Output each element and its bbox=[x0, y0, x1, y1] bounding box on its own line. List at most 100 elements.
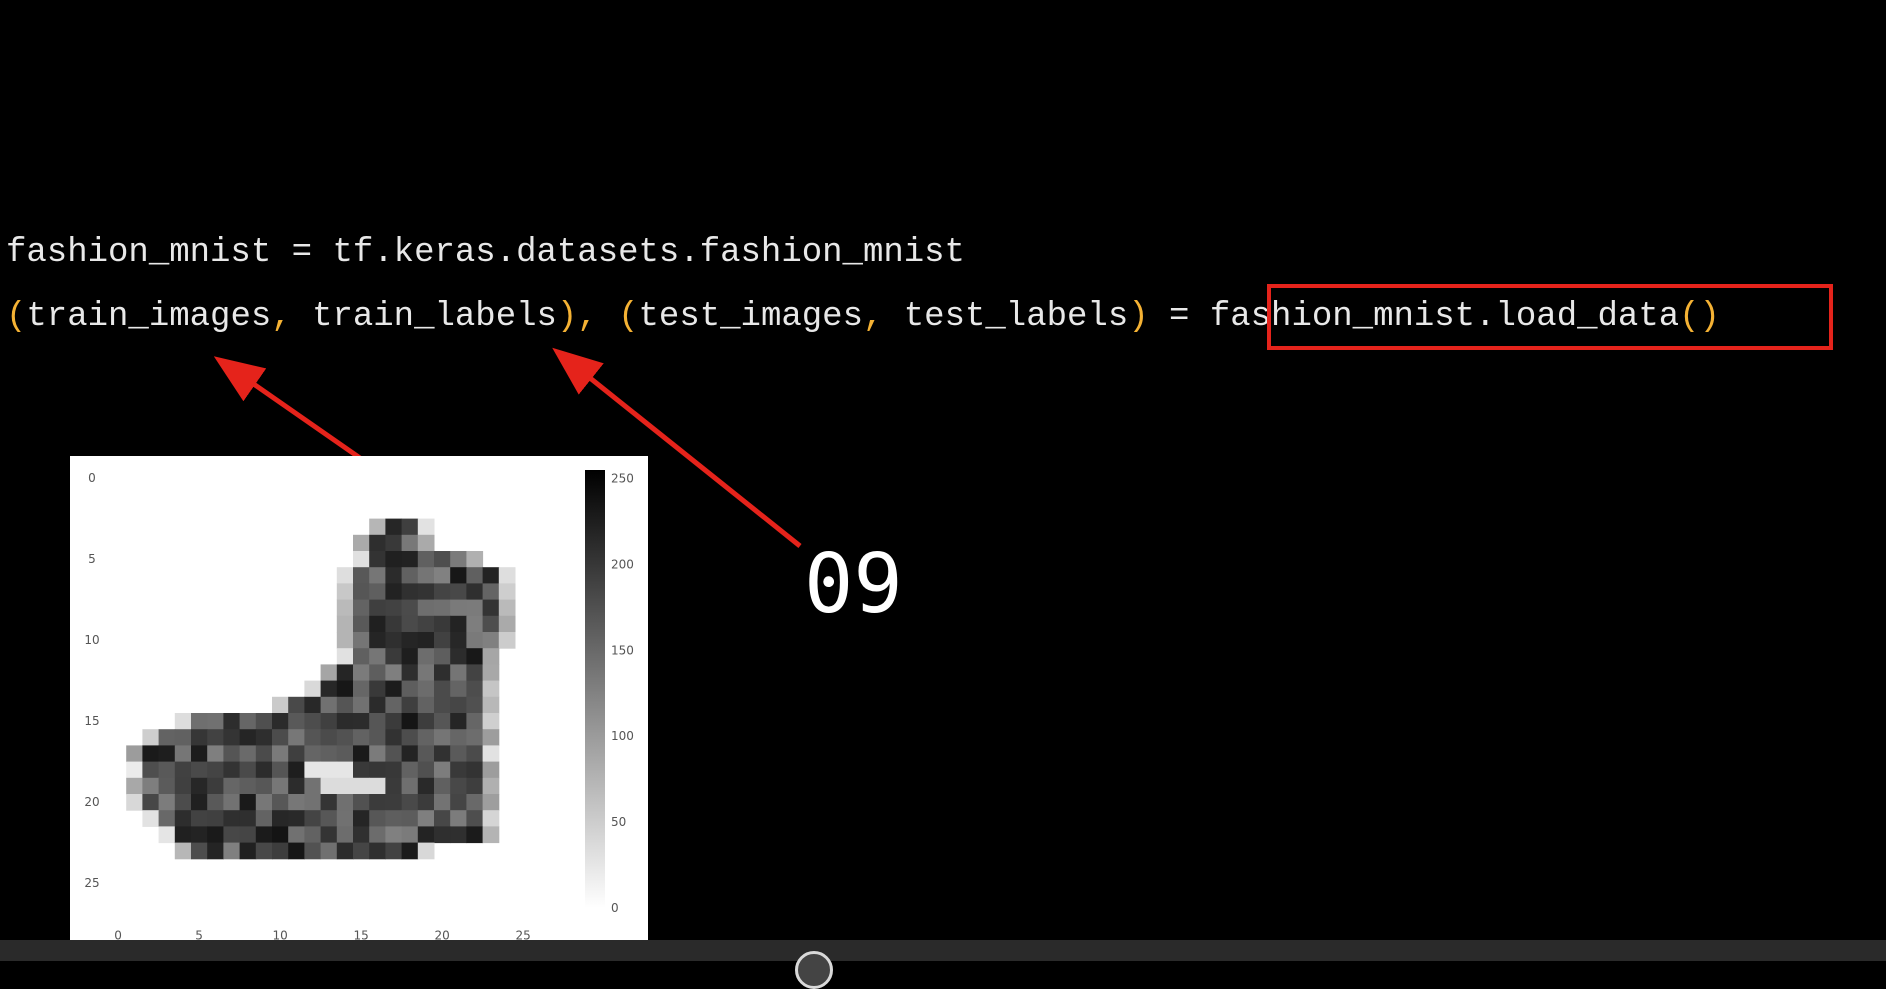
pixel bbox=[369, 745, 386, 763]
pixel bbox=[482, 761, 500, 779]
pixel bbox=[288, 696, 305, 714]
pixel bbox=[272, 794, 289, 811]
pixel bbox=[223, 794, 241, 811]
pixel bbox=[466, 583, 484, 601]
pixel bbox=[353, 761, 370, 779]
pixel bbox=[288, 745, 305, 763]
pixel bbox=[191, 777, 208, 795]
pixel bbox=[239, 794, 257, 811]
pixel bbox=[450, 810, 467, 827]
pixel bbox=[385, 534, 403, 552]
pixel bbox=[434, 761, 451, 779]
pixel bbox=[174, 713, 192, 730]
pixel bbox=[255, 729, 273, 746]
pixel bbox=[466, 777, 484, 795]
pixel bbox=[434, 583, 451, 601]
pixel bbox=[417, 761, 435, 779]
pixel bbox=[369, 664, 386, 682]
pixel bbox=[434, 551, 451, 568]
pixel bbox=[434, 664, 451, 682]
pixel bbox=[272, 713, 289, 730]
pixel bbox=[142, 794, 160, 811]
pixel bbox=[142, 761, 160, 779]
pixel bbox=[385, 664, 403, 682]
pixel bbox=[369, 534, 386, 552]
pixel bbox=[466, 567, 484, 584]
pixel bbox=[401, 810, 419, 827]
scrubber-handle[interactable] bbox=[795, 951, 833, 989]
pixel bbox=[142, 729, 160, 746]
pixel bbox=[434, 567, 451, 584]
pixel bbox=[320, 842, 338, 860]
pixel bbox=[353, 713, 370, 730]
tick-label: 20 bbox=[434, 929, 449, 940]
pixel bbox=[417, 696, 435, 714]
pixel bbox=[207, 842, 224, 860]
pixel bbox=[353, 534, 370, 552]
pixel bbox=[401, 632, 419, 649]
pixel bbox=[288, 729, 305, 746]
pixel bbox=[450, 794, 467, 811]
pixel bbox=[336, 810, 354, 827]
pixel bbox=[417, 680, 435, 698]
pixel bbox=[450, 599, 467, 617]
pixel bbox=[272, 777, 289, 795]
pixel bbox=[434, 729, 451, 746]
pixel bbox=[223, 745, 241, 763]
pixel bbox=[385, 713, 403, 730]
pixel bbox=[223, 842, 241, 860]
pixel bbox=[239, 729, 257, 746]
pixel bbox=[239, 826, 257, 844]
pixel bbox=[450, 567, 467, 584]
pixel bbox=[369, 713, 386, 730]
pixel bbox=[369, 615, 386, 633]
code-token: ( bbox=[6, 298, 27, 336]
pixel bbox=[304, 729, 322, 746]
pixel bbox=[223, 777, 241, 795]
pixel bbox=[223, 729, 241, 746]
pixel bbox=[450, 583, 467, 601]
pixel bbox=[288, 777, 305, 795]
pixel bbox=[369, 729, 386, 746]
pixel bbox=[272, 696, 289, 714]
pixel bbox=[466, 761, 484, 779]
pixel bbox=[450, 632, 467, 649]
pixel bbox=[304, 826, 322, 844]
tick-label: 0 bbox=[88, 471, 96, 485]
pixel bbox=[272, 761, 289, 779]
pixel bbox=[466, 680, 484, 698]
pixel bbox=[401, 599, 419, 617]
pixel bbox=[158, 777, 176, 795]
pixel bbox=[191, 810, 208, 827]
pixel bbox=[369, 842, 386, 860]
pixel bbox=[417, 615, 435, 633]
pixel bbox=[239, 810, 257, 827]
pixel bbox=[255, 761, 273, 779]
pixel bbox=[385, 680, 403, 698]
pixel bbox=[466, 664, 484, 682]
load-data-highlight-box bbox=[1267, 284, 1833, 350]
pixel bbox=[466, 615, 484, 633]
pixel bbox=[401, 842, 419, 860]
pixel bbox=[336, 842, 354, 860]
pixel bbox=[434, 794, 451, 811]
pixel bbox=[353, 567, 370, 584]
pixel bbox=[434, 810, 451, 827]
pixel bbox=[482, 615, 500, 633]
pixel bbox=[158, 729, 176, 746]
pixel bbox=[320, 777, 338, 795]
pixel bbox=[239, 761, 257, 779]
pixel bbox=[498, 567, 516, 584]
pixel bbox=[401, 777, 419, 795]
pixel bbox=[466, 551, 484, 568]
pixel bbox=[255, 713, 273, 730]
pixel bbox=[482, 567, 500, 584]
pixel bbox=[385, 696, 403, 714]
pixel bbox=[482, 713, 500, 730]
code-token: train_images bbox=[26, 298, 272, 336]
pixel bbox=[466, 745, 484, 763]
pixel bbox=[385, 567, 403, 584]
step-number: 09 bbox=[804, 537, 903, 632]
pixel bbox=[353, 599, 370, 617]
pixel bbox=[466, 810, 484, 827]
